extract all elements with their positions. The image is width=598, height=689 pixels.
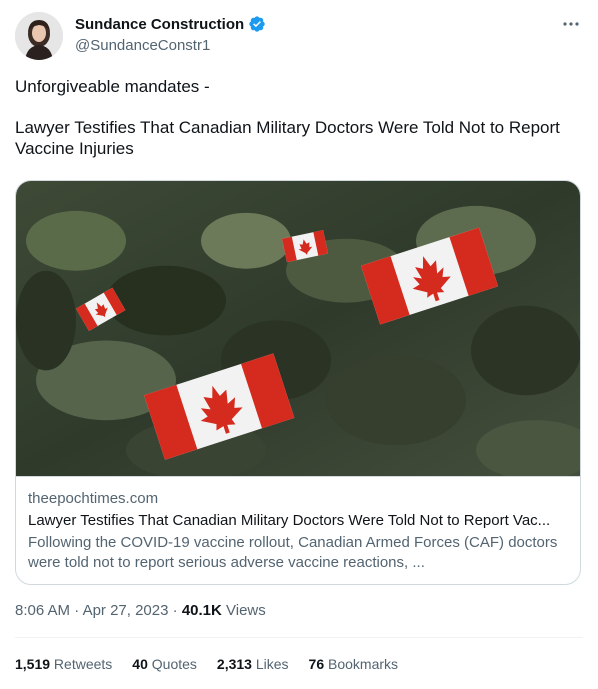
author-handle[interactable]: @SundanceConstr1	[75, 37, 210, 54]
more-dots-icon	[563, 22, 579, 26]
bookmarks-label: Bookmarks	[324, 656, 399, 672]
link-preview-card[interactable]: theepochtimes.com Lawyer Testifies That …	[15, 180, 581, 585]
retweets-stat[interactable]: 1,519 Retweets	[15, 656, 112, 672]
likes-stat[interactable]: 2,313 Likes	[217, 656, 289, 672]
card-image-soldiers-flags[interactable]	[16, 181, 581, 477]
tweet-text: Unforgiveable mandates - Lawyer Testifie…	[15, 76, 583, 159]
bookmarks-stat[interactable]: 76 Bookmarks	[309, 656, 399, 672]
likes-label: Likes	[251, 656, 289, 672]
avatar[interactable]	[15, 12, 63, 60]
more-options-button[interactable]	[558, 14, 584, 34]
author-display-name-row[interactable]: Sundance Construction	[75, 15, 266, 33]
views-label: Views	[221, 602, 266, 619]
likes-count: 2,313	[216, 656, 252, 672]
retweets-count: 1,519	[15, 656, 51, 672]
tweet-time[interactable]: 8:06 AM	[15, 602, 70, 619]
card-description[interactable]: Following the COVID-19 vaccine rollout, …	[28, 533, 568, 573]
divider	[15, 637, 583, 638]
tweet-date[interactable]: Apr 27, 2023	[83, 602, 169, 619]
bookmarks-count: 76	[308, 656, 325, 672]
tweet-meta: 8:06 AM · Apr 27, 2023 · 40.1K Views	[15, 602, 266, 619]
profile-photo	[15, 12, 63, 60]
meta-separator: ·	[168, 602, 182, 619]
verified-badge-icon[interactable]	[248, 15, 266, 33]
quotes-count: 40	[132, 656, 148, 672]
card-title[interactable]: Lawyer Testifies That Canadian Military …	[28, 511, 568, 531]
views-count: 40.1K	[181, 602, 222, 619]
tweet-text-line-2: Lawyer Testifies That Canadian Military …	[15, 118, 560, 158]
quotes-stat[interactable]: 40 Quotes	[132, 656, 197, 672]
retweets-label: Retweets	[50, 656, 113, 672]
author-display-name[interactable]: Sundance Construction	[75, 16, 244, 33]
card-domain[interactable]: theepochtimes.com	[28, 489, 568, 509]
quotes-label: Quotes	[147, 656, 197, 672]
tweet-text-line-1: Unforgiveable mandates -	[15, 77, 210, 96]
engagement-stats: 1,519 Retweets 40 Quotes 2,313 Likes 76 …	[15, 656, 418, 672]
meta-separator: ·	[70, 602, 83, 619]
